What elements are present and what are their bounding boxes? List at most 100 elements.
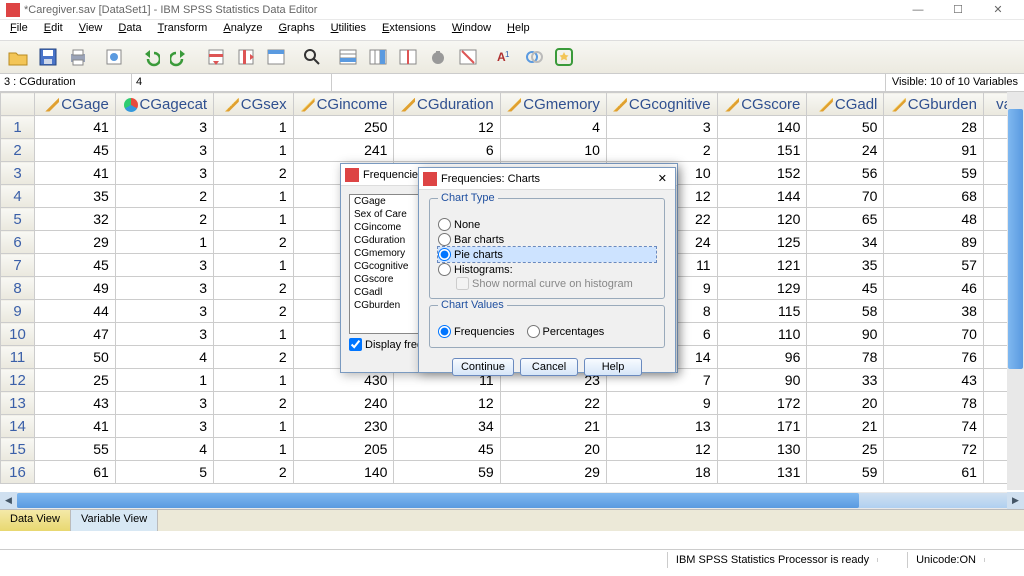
data-cell[interactable]: 70 (884, 323, 984, 346)
data-cell[interactable]: 2 (214, 231, 294, 254)
data-cell[interactable]: 89 (884, 231, 984, 254)
data-cell[interactable]: 35 (34, 185, 115, 208)
data-cell[interactable]: 3 (606, 116, 717, 139)
horizontal-scrollbar[interactable]: ◀ ▶ (0, 492, 1024, 509)
goto-case-icon[interactable] (202, 43, 230, 71)
data-cell[interactable]: 151 (717, 139, 807, 162)
row-header[interactable]: 14 (1, 415, 35, 438)
data-cell[interactable]: 48 (884, 208, 984, 231)
column-header[interactable]: CGagecat (115, 93, 213, 116)
customize-toolbar-icon[interactable] (550, 43, 578, 71)
row-header[interactable]: 8 (1, 277, 35, 300)
scroll-thumb[interactable] (17, 493, 859, 508)
data-cell[interactable]: 120 (717, 208, 807, 231)
data-cell[interactable]: 1 (214, 185, 294, 208)
weight-cases-icon[interactable] (424, 43, 452, 71)
menu-file[interactable]: File (2, 20, 36, 40)
column-header[interactable]: CGburden (884, 93, 984, 116)
data-cell[interactable]: 38 (884, 300, 984, 323)
data-cell[interactable]: 56 (807, 162, 884, 185)
menu-transform[interactable]: Transform (150, 20, 216, 40)
use-sets-icon[interactable] (520, 43, 548, 71)
data-cell[interactable]: 115 (717, 300, 807, 323)
data-cell[interactable]: 55 (34, 438, 115, 461)
data-cell[interactable]: 250 (293, 116, 394, 139)
menu-extensions[interactable]: Extensions (374, 20, 444, 40)
continue-button[interactable]: Continue (452, 358, 514, 376)
data-cell[interactable]: 20 (500, 438, 606, 461)
column-header[interactable]: CGmemory (500, 93, 606, 116)
data-cell[interactable]: 121 (717, 254, 807, 277)
data-cell[interactable]: 72 (884, 438, 984, 461)
radio-pie-charts[interactable]: Pie charts (438, 247, 656, 262)
data-cell[interactable]: 59 (394, 461, 500, 484)
find-icon[interactable] (298, 43, 326, 71)
variable-list-item[interactable]: CGincome (350, 221, 418, 234)
data-cell[interactable]: 110 (717, 323, 807, 346)
data-cell[interactable]: 3 (115, 139, 213, 162)
undo-icon[interactable] (136, 43, 164, 71)
data-cell[interactable]: 3 (115, 116, 213, 139)
data-cell[interactable]: 240 (293, 392, 394, 415)
cancel-button[interactable]: Cancel (520, 358, 578, 376)
variable-list-item[interactable]: CGduration (350, 234, 418, 247)
data-cell[interactable]: 1 (214, 323, 294, 346)
data-cell[interactable]: 3 (115, 254, 213, 277)
data-cell[interactable]: 46 (884, 277, 984, 300)
data-cell[interactable]: 171 (717, 415, 807, 438)
data-cell[interactable]: 61 (884, 461, 984, 484)
data-cell[interactable]: 25 (807, 438, 884, 461)
variable-list-item[interactable]: CGcognitive (350, 260, 418, 273)
row-header[interactable]: 10 (1, 323, 35, 346)
data-cell[interactable]: 41 (34, 116, 115, 139)
data-cell[interactable]: 144 (717, 185, 807, 208)
open-icon[interactable] (4, 43, 32, 71)
radio-frequencies[interactable]: Frequencies (438, 324, 515, 339)
data-cell[interactable]: 44 (34, 300, 115, 323)
data-cell[interactable]: 130 (717, 438, 807, 461)
variable-list-item[interactable]: Sex of Care (350, 208, 418, 221)
radio-none[interactable]: None (438, 217, 656, 232)
column-header[interactable]: CGincome (293, 93, 394, 116)
data-cell[interactable]: 59 (884, 162, 984, 185)
scroll-right-arrow[interactable]: ▶ (1007, 492, 1024, 509)
save-icon[interactable] (34, 43, 62, 71)
data-cell[interactable]: 230 (293, 415, 394, 438)
data-cell[interactable]: 18 (606, 461, 717, 484)
data-cell[interactable]: 1 (214, 438, 294, 461)
data-cell[interactable]: 50 (807, 116, 884, 139)
menu-analyze[interactable]: Analyze (215, 20, 270, 40)
row-header[interactable]: 9 (1, 300, 35, 323)
data-cell[interactable]: 45 (34, 254, 115, 277)
vertical-scrollbar[interactable] (1007, 92, 1024, 490)
data-cell[interactable]: 4 (500, 116, 606, 139)
row-header[interactable]: 2 (1, 139, 35, 162)
data-cell[interactable]: 22 (500, 392, 606, 415)
data-cell[interactable]: 29 (500, 461, 606, 484)
data-cell[interactable]: 2 (115, 185, 213, 208)
variables-icon[interactable] (262, 43, 290, 71)
data-cell[interactable]: 1 (214, 208, 294, 231)
data-cell[interactable]: 90 (807, 323, 884, 346)
data-cell[interactable]: 41 (34, 162, 115, 185)
data-cell[interactable]: 74 (884, 415, 984, 438)
data-cell[interactable]: 2 (214, 461, 294, 484)
data-cell[interactable]: 9 (606, 392, 717, 415)
active-cell-value[interactable]: 4 (132, 74, 332, 91)
data-cell[interactable]: 49 (34, 277, 115, 300)
radio-bar-charts[interactable]: Bar charts (438, 232, 656, 247)
data-cell[interactable]: 1 (214, 139, 294, 162)
data-cell[interactable]: 1 (115, 231, 213, 254)
data-cell[interactable]: 68 (884, 185, 984, 208)
maximize-button[interactable]: ☐ (938, 0, 978, 20)
row-header[interactable]: 12 (1, 369, 35, 392)
display-check-input[interactable] (349, 338, 362, 351)
data-cell[interactable]: 172 (717, 392, 807, 415)
data-cell[interactable]: 2 (214, 162, 294, 185)
data-cell[interactable]: 65 (807, 208, 884, 231)
row-header[interactable]: 6 (1, 231, 35, 254)
minimize-button[interactable]: — (898, 0, 938, 20)
data-cell[interactable]: 34 (394, 415, 500, 438)
data-cell[interactable]: 205 (293, 438, 394, 461)
data-cell[interactable]: 34 (807, 231, 884, 254)
